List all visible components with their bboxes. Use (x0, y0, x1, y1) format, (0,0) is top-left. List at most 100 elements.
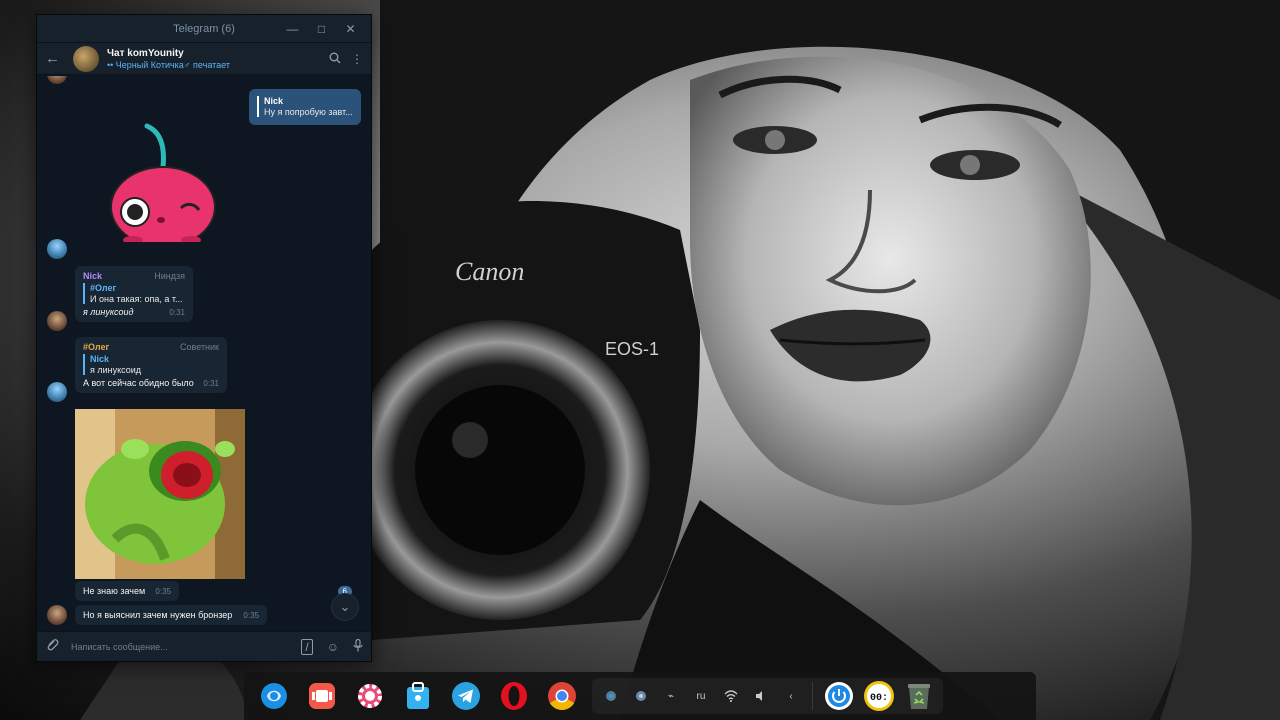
chevron-left-icon: ‹ (789, 690, 793, 702)
emoji-icon[interactable]: ☺ (327, 640, 339, 654)
system-tray: ⌁ ru ‹ 00: (592, 678, 943, 714)
maximize-button[interactable]: □ (307, 15, 336, 43)
reply-text: И она такая: опа, а т... (90, 294, 183, 304)
message-composer: / ☺ (37, 631, 371, 661)
recycle-bin-icon (908, 684, 930, 709)
chat-name: Чат komYounity (107, 47, 184, 59)
reply-author: Nick (90, 354, 110, 364)
arrow-left-icon: ← (45, 50, 60, 67)
gear-icon (358, 684, 382, 708)
message-body: Но я выяснил зачем нужен бронзер 0:35 (83, 610, 259, 620)
reply-author: #Олег (90, 283, 117, 293)
message-text: я линуксоид (83, 307, 134, 317)
message-text: Но я выяснил зачем нужен бронзер (83, 610, 233, 620)
message-time: 0:35 (243, 611, 259, 620)
network-tray[interactable] (716, 681, 746, 711)
multitask-app[interactable] (298, 672, 346, 720)
message-list[interactable]: Nick Ну я попробую завт... Nick Ниндзя #… (37, 76, 371, 631)
app-store-app[interactable] (394, 672, 442, 720)
chrome-icon (548, 682, 576, 710)
avatar[interactable] (47, 605, 67, 625)
scroll-to-bottom-button[interactable]: ⌄ (331, 593, 359, 621)
avatar[interactable] (47, 311, 67, 331)
reply-quote[interactable]: Nick я линуксоид (83, 354, 219, 375)
reply-quote[interactable]: #Олег И она такая: опа, а т... (83, 283, 185, 304)
status-dot-icon (636, 691, 646, 701)
clock-icon: 00: (864, 681, 894, 711)
chevron-down-icon: ⌄ (339, 599, 351, 614)
multitask-icon (309, 683, 335, 709)
tray-expand-button[interactable]: ‹ (776, 681, 806, 711)
window-controls: — □ ✕ (278, 15, 365, 43)
bot-commands-icon[interactable]: / (301, 638, 313, 655)
usb-tray[interactable]: ⌁ (656, 681, 686, 711)
message-header: Nick Ниндзя (83, 271, 185, 281)
chrome-app[interactable] (538, 672, 586, 720)
opera-app[interactable] (490, 672, 538, 720)
svg-text:00:: 00: (870, 693, 888, 704)
sender-name[interactable]: #Олег (83, 342, 109, 352)
back-button[interactable]: ← (45, 50, 67, 67)
clock-widget[interactable]: 00: (859, 681, 899, 711)
shutdown-button[interactable] (819, 681, 859, 711)
window-titlebar[interactable]: Telegram (6) — □ ✕ (37, 15, 371, 43)
chat-avatar[interactable] (73, 45, 99, 72)
window-title: Telegram (6) (173, 22, 235, 35)
avatar[interactable] (47, 382, 67, 402)
usb-icon: ⌁ (667, 690, 675, 702)
telegram-tray-icon (606, 691, 616, 701)
volume-tray[interactable] (746, 681, 776, 711)
avatar[interactable] (47, 239, 67, 259)
chat-info[interactable]: Чат komYounity •• Черный Котичка♂ печата… (107, 48, 230, 70)
reply-text: я линуксоид (90, 365, 142, 375)
power-icon (825, 682, 853, 710)
typing-status: •• Черный Котичка♂ печатает (107, 59, 230, 70)
image-message[interactable] (75, 409, 245, 579)
message-text: Не знаю зачем (83, 586, 146, 596)
sender-role: Советник (180, 342, 219, 352)
close-button[interactable]: ✕ (336, 15, 365, 43)
message-input[interactable] (71, 641, 288, 652)
search-icon[interactable] (329, 52, 341, 67)
message-time: 0:35 (155, 587, 171, 596)
settings-app[interactable] (346, 672, 394, 720)
sender-role: Ниндзя (154, 271, 185, 281)
cherry-sticker[interactable] (103, 112, 223, 248)
tray-app-indicator[interactable] (596, 681, 626, 711)
telegram-icon (452, 682, 480, 710)
tray-app-indicator-2[interactable] (626, 681, 656, 711)
reply-text: Ну я попробую завт... (264, 107, 353, 117)
outgoing-message[interactable]: Nick Ну я попробую завт... (249, 89, 361, 125)
keyboard-layout-indicator[interactable]: ru (686, 681, 716, 711)
incoming-message[interactable]: #Олег Советник Nick я линуксоид А вот се… (75, 337, 227, 393)
message-text: А вот сейчас обидно было (83, 378, 194, 388)
opera-icon (501, 682, 527, 710)
launcher-app[interactable] (250, 672, 298, 720)
reply-quote[interactable]: Nick Ну я попробую завт... (257, 96, 353, 117)
svg-text:EOS-1: EOS-1 (605, 339, 659, 359)
message-body: я линуксоид 0:31 (83, 307, 185, 317)
avatar[interactable] (47, 76, 67, 84)
minimize-button[interactable]: — (278, 15, 307, 43)
incoming-message[interactable]: Nick Ниндзя #Олег И она такая: опа, а т.… (75, 266, 193, 322)
telegram-app[interactable] (442, 672, 490, 720)
reply-author: Nick (264, 96, 284, 106)
incoming-message[interactable]: Не знаю зачем 0:35 (75, 581, 179, 601)
microphone-icon[interactable] (353, 638, 363, 655)
tray-divider (812, 682, 813, 710)
wifi-icon (724, 690, 738, 702)
message-header: #Олег Советник (83, 342, 219, 352)
message-time: 0:31 (169, 308, 185, 317)
keyboard-layout-label: ru (696, 690, 706, 702)
message-body: Не знаю зачем 0:35 (83, 586, 171, 596)
speaker-icon (756, 691, 762, 701)
message-time: 0:31 (203, 379, 219, 388)
paperclip-icon[interactable] (45, 638, 67, 655)
chat-header: ← Чат komYounity •• Черный Котичка♂ печа… (37, 43, 371, 75)
trash-app[interactable] (899, 681, 939, 711)
header-actions: ⋮ (329, 43, 363, 75)
incoming-message[interactable]: Но я выяснил зачем нужен бронзер 0:35 (75, 605, 267, 625)
sender-name[interactable]: Nick (83, 271, 102, 281)
more-menu-icon[interactable]: ⋮ (351, 52, 363, 66)
deepin-launcher-icon (261, 683, 287, 709)
